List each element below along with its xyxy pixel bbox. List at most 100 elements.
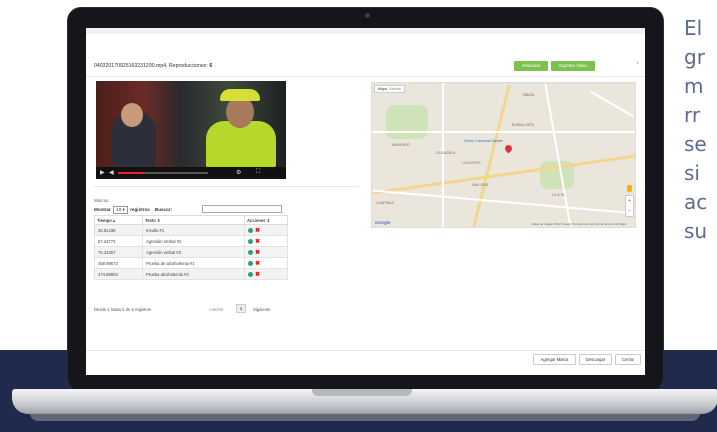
records-label: registros	[130, 207, 150, 212]
divider	[86, 76, 645, 77]
view-icon[interactable]	[248, 249, 253, 255]
map-label: CAMPINAS	[376, 201, 394, 205]
map-attribution: Datos de mapas ©2017 Google Términos de …	[532, 222, 627, 226]
map-label: CIUDADELA	[436, 151, 456, 155]
delete-icon[interactable]: ✖	[255, 272, 260, 278]
time-cell: 474.88903	[94, 268, 143, 280]
actions-cell: ✖	[244, 268, 288, 280]
delete-icon[interactable]: ✖	[255, 239, 260, 245]
table-row: 26.81438 Insulto #1 ✖	[94, 224, 288, 236]
actions-cell: ✖	[244, 235, 288, 247]
view-icon[interactable]	[248, 238, 253, 244]
table-row: 459.99572 Prueba de alcoholemia #1 ✖	[94, 257, 288, 269]
actions-cell: ✖	[244, 257, 288, 269]
entries-value: 10	[116, 207, 122, 212]
page-number-button[interactable]: 1	[236, 304, 246, 313]
pegman-icon[interactable]	[627, 185, 632, 192]
map-place-label: Centro Comercial Santafe	[464, 139, 504, 143]
play-count: 6	[209, 63, 213, 69]
download-button[interactable]: Descargar	[579, 354, 612, 365]
actions-cell: ✖	[244, 246, 288, 258]
length-control: Mostrar 10 ▾ registros Buscar:	[94, 206, 172, 214]
map-type-control[interactable]: Mapa Satélite	[374, 85, 405, 93]
webcam	[365, 13, 370, 18]
delete-icon[interactable]: ✖	[255, 261, 260, 267]
time-cell: 26.81438	[94, 224, 143, 236]
map-label: SAN JOSE	[472, 183, 489, 187]
column-header[interactable]: Texto ⇕	[142, 215, 245, 225]
map-label: LA CITA	[552, 193, 565, 197]
close-button[interactable]: Cerrar	[615, 354, 641, 365]
map-label: TABATA	[522, 93, 535, 97]
add-mark-button[interactable]: Agregar Marca	[533, 354, 576, 365]
map-label: BUENA VISTA	[512, 123, 534, 127]
time-cell: 75.31057	[94, 246, 143, 258]
column-label: Acciones	[247, 217, 266, 223]
side-line: m	[684, 74, 704, 98]
map-label: MUNICIPIO	[392, 143, 410, 147]
speed-button[interactable]: Velocidad	[514, 61, 548, 71]
view-icon[interactable]	[248, 271, 253, 277]
location-pin-icon[interactable]	[503, 143, 514, 154]
laptop-notch	[312, 389, 412, 396]
search-input[interactable]	[202, 205, 282, 213]
next-page-button[interactable]: Siguiente	[253, 307, 270, 312]
side-line: se	[684, 132, 707, 156]
map-park	[386, 105, 428, 139]
view-icon[interactable]	[248, 227, 253, 233]
video-person-head	[121, 103, 143, 127]
video-player[interactable]: ▶ ◀ ⚙ ⛶	[96, 81, 286, 179]
text-cell: Insulto #1	[142, 224, 245, 236]
time-cell: 459.99572	[94, 257, 143, 269]
delete-icon[interactable]: ✖	[255, 228, 260, 234]
window-topbar	[86, 28, 645, 34]
marks-table: Tiempo ▴ Texto ⇕ Acciones ⇕ 26.81438 Insu…	[94, 215, 288, 280]
map-view[interactable]: TABATA BUENA VISTA LOS ALPES MUNICIPIO C…	[371, 82, 636, 228]
delete-icon[interactable]: ✖	[255, 250, 260, 256]
map-road	[472, 84, 511, 227]
video-progress-fill	[118, 172, 144, 174]
map-road	[373, 154, 635, 195]
export-video-button[interactable]: Exportar Video	[551, 61, 595, 71]
side-line: su	[684, 219, 708, 243]
laptop-screen: 04032017092516323129​0.mp4, Reproduccion…	[86, 28, 645, 375]
side-line: gr	[684, 45, 705, 69]
entries-select[interactable]: 10 ▾	[113, 206, 128, 214]
laptop-shadow	[30, 413, 700, 421]
side-line: El	[684, 16, 703, 40]
zoom-control[interactable]: + −	[625, 195, 634, 217]
view-icon[interactable]	[248, 260, 253, 266]
map-road	[372, 131, 635, 133]
previous-page-button[interactable]: Anterior	[209, 307, 224, 312]
volume-icon[interactable]: ◀	[109, 169, 114, 176]
side-line: ac	[684, 190, 708, 214]
column-label: Texto	[145, 217, 156, 223]
column-header[interactable]: Acciones ⇕	[244, 215, 288, 225]
column-label: Tiempo	[97, 217, 112, 223]
table-row: 75.31057 Agresión verbal #3 ✖	[94, 246, 288, 258]
fullscreen-icon[interactable]: ⛶	[256, 169, 260, 176]
settings-icon[interactable]: ⚙	[236, 169, 241, 176]
table-header: Tiempo ▴ Texto ⇕ Acciones ⇕	[94, 215, 288, 225]
actions-cell: ✖	[244, 224, 288, 236]
file-name: 04032017092516323129​0.mp4, Reproduccion…	[94, 63, 210, 69]
map-type-satellite[interactable]: Satélite	[389, 87, 401, 91]
map-road	[589, 90, 635, 118]
video-title: 04032017092516323129​0.mp4, Reproduccion…	[94, 63, 212, 69]
text-cell: Prueba de alcoholemia #1	[142, 257, 245, 269]
map-road	[372, 189, 635, 215]
divider	[94, 186, 359, 187]
side-line: si	[684, 161, 700, 185]
column-header[interactable]: Tiempo ▴	[94, 215, 143, 225]
show-label: Mostrar	[94, 207, 111, 212]
table-info: Desde 1 hasta 5 de 5 registros	[94, 307, 152, 312]
map-type-map[interactable]: Mapa	[378, 87, 387, 91]
close-icon[interactable]: ×	[636, 61, 640, 67]
text-cell: Prueba alcoholemia #2	[142, 268, 245, 280]
divider	[86, 350, 645, 351]
text-cell: Agresión verbal #3	[142, 246, 245, 258]
table-row: 67.24773 Agresión Verbal #2 ✖	[94, 235, 288, 247]
play-icon[interactable]: ▶	[100, 169, 105, 176]
map-road	[442, 83, 444, 227]
marks-section-label: Marcas	[94, 198, 109, 203]
